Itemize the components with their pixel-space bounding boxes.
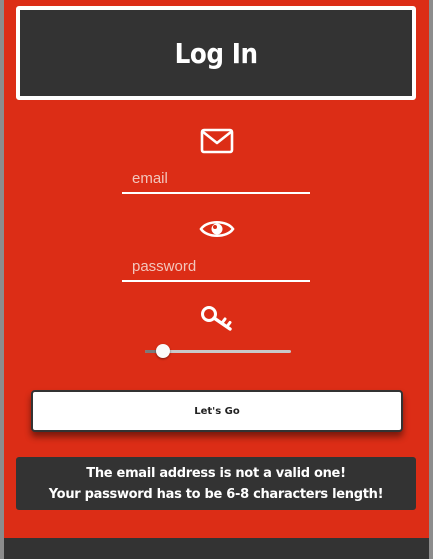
page-title: Log In: [174, 36, 258, 70]
key-icon: [201, 306, 232, 331]
password-error-text: Your password has to be 6-8 characters l…: [48, 486, 384, 502]
footer-bar: [4, 538, 429, 559]
envelope-icon: [200, 128, 234, 154]
submit-button[interactable]: Let's Go: [31, 390, 403, 432]
login-screen: Log In Let's Go The email address is not…: [4, 0, 429, 559]
email-error-text: The email address is not a valid one!: [86, 465, 346, 481]
error-message-box: The email address is not a valid one! Yo…: [16, 457, 416, 510]
slider-thumb[interactable]: [155, 344, 170, 358]
header-banner: Log In: [16, 6, 416, 100]
password-field[interactable]: [122, 252, 310, 282]
eye-icon: [199, 220, 235, 238]
email-field[interactable]: [122, 164, 310, 194]
password-strength-slider[interactable]: [145, 344, 291, 358]
